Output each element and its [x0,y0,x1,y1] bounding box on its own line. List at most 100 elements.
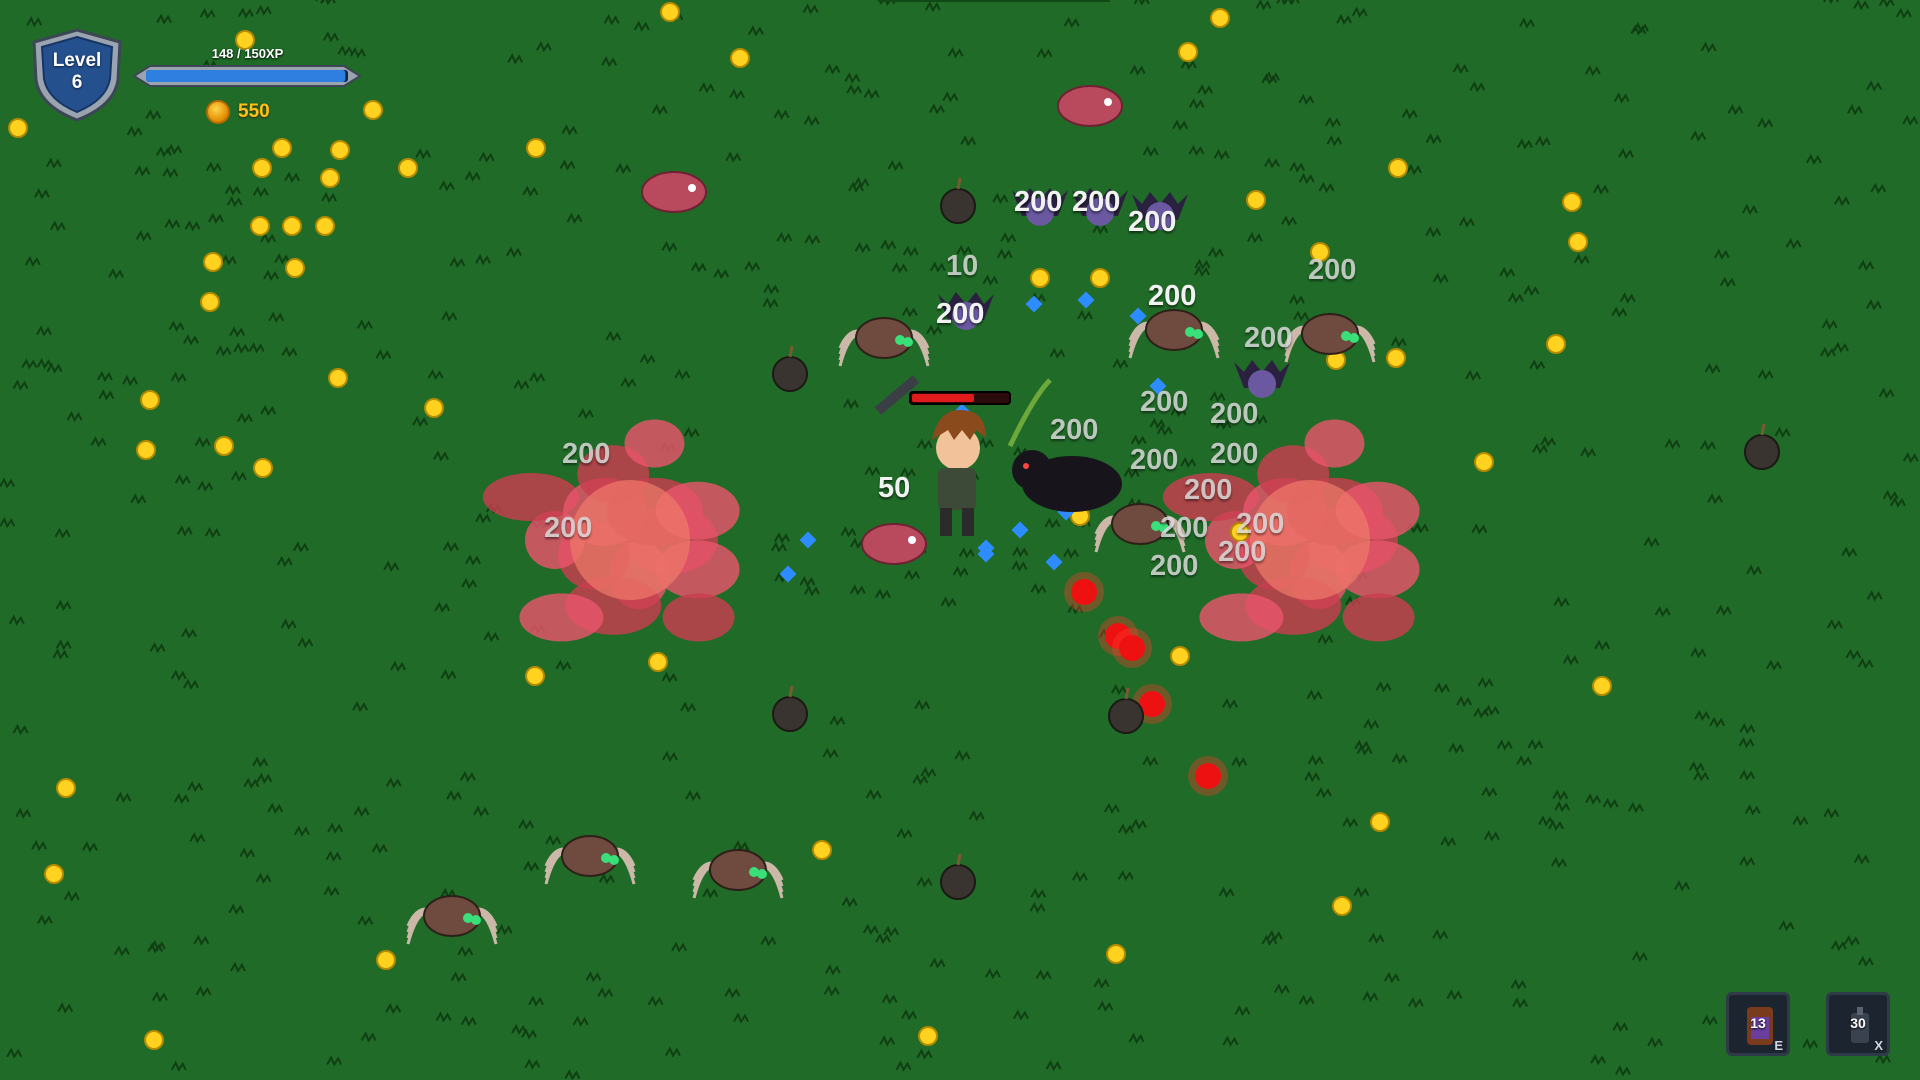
grass-tuft [260,232,277,244]
grass-tuft [1688,761,1705,773]
bomb-slot[interactable]: 30 X [1826,992,1890,1056]
grass-tuft [34,188,50,200]
grass-tuft [862,923,879,936]
grass-tuft [21,358,38,370]
grass-tuft [226,195,243,208]
grass-tuft [1580,446,1596,459]
grass-tuft [52,648,69,660]
bomb-hotkey: X [1874,1038,1883,1053]
grass-tuft [1496,739,1513,751]
grass-tuft [1590,1053,1607,1066]
grass-tuft [1858,259,1875,272]
grass-tuft [173,792,190,805]
grass-tuft [412,415,428,428]
grass-tuft [507,53,524,65]
damage-number: 200 [1160,512,1209,544]
grass-tuft [1766,659,1782,671]
grass-tuft [237,7,254,19]
grass-tuft [1218,886,1235,898]
grass-tuft [1452,62,1469,75]
damage-number: 200 [1072,186,1121,218]
damage-number: 200 [1244,322,1293,354]
grass-tuft [1826,618,1843,631]
potion-slot[interactable]: 13 E [1726,992,1790,1056]
grass-tuft [449,256,466,269]
grass-tuft [12,379,29,391]
grass-tuft [978,437,994,449]
grass-tuft [1833,341,1849,354]
gold-counter: 550 [206,98,270,126]
bomb-enemy [772,696,808,732]
worm-enemy [861,523,927,565]
grass-tuft [940,596,957,608]
grass-tuft [996,248,1013,260]
grass-tuft [1456,695,1472,708]
grass-tuft [1552,789,1569,801]
grass-tuft [1538,815,1554,827]
grass-tuft [147,942,164,954]
grass-tuft [1615,1065,1631,1077]
grass-tuft [896,827,913,840]
grass-tuft [1866,299,1882,311]
grass-tuft [883,925,899,938]
grass-tuft [1585,793,1602,805]
grass-tuft [145,109,162,121]
grass-tuft [1281,215,1297,227]
grass-tuft [183,334,199,346]
grass-tuft [518,818,534,831]
gold-coin-pickup [315,216,335,236]
grass-tuft [292,541,309,553]
grass-tuft [199,7,216,20]
grass-tuft [846,83,863,96]
damage-number: 200 [1140,386,1189,418]
worm-enemy [1057,85,1123,127]
grass-tuft [371,842,388,854]
grass-tuft [1778,919,1795,932]
grass-tuft [1111,683,1127,696]
grass-tuft [1802,1038,1819,1050]
grass-tuft [1129,64,1146,76]
gold-coin-pickup [1474,452,1494,472]
grass-tuft [441,310,458,322]
grass-tuft [598,873,615,885]
grass-tuft [960,135,977,147]
grass-tuft [1413,522,1429,534]
grass-tuft [1469,81,1486,93]
grass-tuft [1306,689,1323,701]
grass-tuft [916,1048,933,1060]
damage-number: 200 [562,438,611,470]
xp-gem-pickup [1045,553,1063,571]
grass-tuft [1156,424,1173,436]
grass-tuft [255,872,272,885]
grass-tuft [865,788,882,801]
bomb-fuse [788,685,794,698]
grass-tuft [1823,0,1839,5]
grass-tuft [1012,546,1029,558]
grass-tuft [1368,932,1385,944]
gold-coin-pickup [44,864,64,884]
grass-tuft [1627,801,1644,814]
grass-tuft [152,991,168,1003]
grass-tuft [724,986,741,999]
grass-tuft [438,180,455,192]
gold-coin-pickup [56,778,76,798]
grass-tuft [220,254,237,266]
grass-tuft [1785,237,1802,250]
grass-tuft [1550,856,1567,869]
gold-coin-pickup [250,216,270,236]
gold-coin-pickup [1090,268,1110,288]
grass-tuft [1757,117,1774,129]
grass-tuft [1298,994,1315,1006]
grass-tuft [1619,292,1636,304]
grass-tuft [252,186,269,198]
grass-tuft [605,330,622,342]
player-leg [940,508,952,536]
grass-tuft [1866,590,1883,602]
grass-tuft [1707,493,1723,505]
gold-coin-pickup [272,138,292,158]
grass-tuft [1713,248,1730,260]
grass-tuft [1738,736,1755,749]
grass-tuft [1843,935,1860,947]
level-label: Level [52,50,102,71]
grass-tuft [66,410,83,423]
